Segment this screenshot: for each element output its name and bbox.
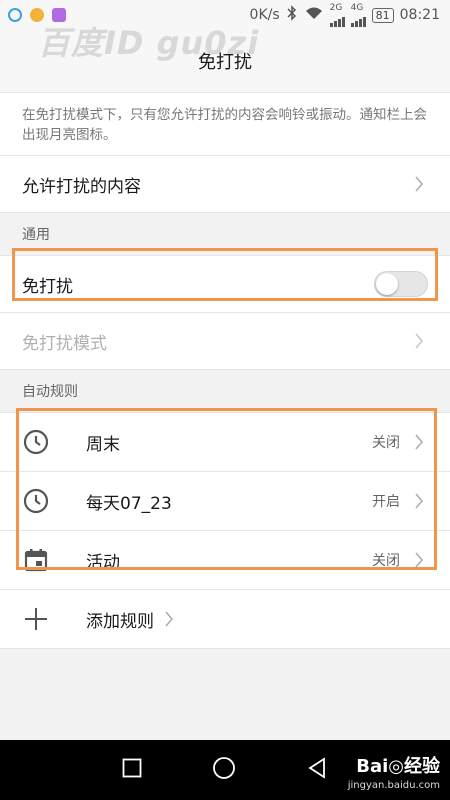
wifi-icon: [304, 5, 324, 25]
section-header-auto-rules: 自动规则: [0, 370, 450, 413]
chevron-right-icon: [410, 492, 428, 510]
chevron-right-icon: [410, 551, 428, 569]
rule-label: 周末: [86, 434, 120, 455]
net-speed: 0K/s: [249, 7, 280, 23]
sim2-label: 4G: [350, 2, 364, 13]
dnd-mode-label: 免打扰模式: [22, 333, 107, 354]
rule-label: 活动: [86, 552, 120, 573]
add-rule-button[interactable]: 添加规则: [0, 590, 450, 649]
signal-bars-icon: [329, 13, 345, 27]
rule-state: 关闭: [372, 553, 400, 569]
battery-indicator: 81: [371, 7, 394, 23]
sim1-label: 2G: [329, 2, 343, 13]
clock-time: 08:21: [399, 7, 440, 23]
dnd-mode-item[interactable]: 免打扰模式: [0, 313, 450, 370]
dnd-description: 在免打扰模式下，只有您允许打扰的内容会响铃或振动。通知栏上会出现月亮图标。: [0, 93, 450, 156]
chevron-right-icon: [410, 332, 428, 350]
dnd-toggle-label: 免打扰: [22, 276, 73, 297]
rule-state: 开启: [372, 494, 400, 510]
allowed-content-label: 允许打扰的内容: [22, 176, 141, 197]
home-button[interactable]: [212, 756, 236, 784]
dnd-toggle-switch[interactable]: [374, 271, 428, 297]
app-notification-icon: [30, 8, 44, 22]
recents-button[interactable]: [122, 758, 142, 782]
clock-icon: [22, 487, 50, 515]
bluetooth-icon: [286, 5, 298, 25]
dnd-toggle-row[interactable]: 免打扰: [0, 256, 450, 313]
brand-name: Bai◎经验: [356, 756, 440, 777]
chevron-right-icon: [160, 610, 178, 628]
signal-bars-icon: [350, 13, 366, 27]
rule-item-weekend[interactable]: 周末 关闭: [0, 413, 450, 472]
add-rule-label: 添加规则: [86, 611, 154, 632]
rule-label: 每天07_23: [86, 493, 172, 514]
clock-icon: [22, 428, 50, 456]
title-bar: 免打扰: [0, 30, 450, 93]
page-title: 免打扰: [198, 52, 252, 73]
app-notification-icon: [8, 8, 22, 22]
section-header-general: 通用: [0, 213, 450, 256]
chevron-right-icon: [410, 433, 428, 451]
baidu-jingyan-logo: Bai◎经验 jingyan.baidu.com: [348, 752, 440, 791]
toggle-knob: [376, 273, 398, 295]
chevron-right-icon: [410, 175, 428, 193]
rule-state: 关闭: [372, 435, 400, 451]
brand-url: jingyan.baidu.com: [347, 780, 440, 791]
back-button[interactable]: [306, 757, 328, 783]
rule-item-daily[interactable]: 每天07_23 开启: [0, 472, 450, 531]
sim2-signal: 4G: [350, 2, 366, 27]
status-bar: 0K/s 2G 4G 81 08:21: [0, 0, 450, 30]
calendar-icon: [22, 546, 50, 574]
sim1-signal: 2G: [329, 2, 345, 27]
plus-icon: [22, 605, 50, 633]
rule-item-event[interactable]: 活动 关闭: [0, 531, 450, 590]
allowed-content-item[interactable]: 允许打扰的内容: [0, 156, 450, 213]
gallery-notification-icon: [52, 8, 66, 22]
